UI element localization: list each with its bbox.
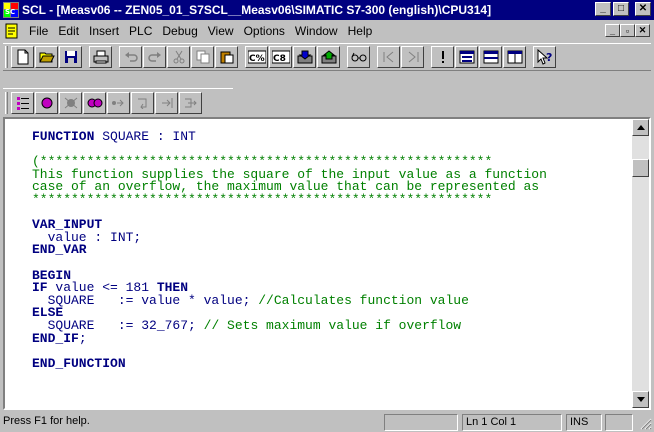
breakpoint-icon[interactable] [35,91,58,114]
status-insert-mode: INS [566,414,602,431]
code-token: // Sets maximum value if overflow [203,317,462,333]
scl-app-icon[interactable]: SC [3,2,19,18]
code-token: FUNCTION [32,129,103,144]
status-panel-blank [384,414,458,431]
run-to-cursor-icon[interactable] [179,91,202,114]
menu-window[interactable]: Window [290,24,343,38]
resize-grip-icon[interactable] [639,417,652,430]
glasses-icon[interactable] [347,46,370,68]
breakpoint-next-icon[interactable] [401,46,424,68]
save-icon[interactable] [59,46,82,68]
code-token: END_VAR [32,242,87,258]
code-token: SQUARE : INT [102,129,196,144]
paste-icon[interactable] [215,46,238,68]
list-icon[interactable] [11,91,34,114]
print-icon[interactable] [89,46,112,68]
code-line[interactable]: SQUARE := value * value; //Calculates fu… [32,292,632,308]
code-token: SQUARE := value * value; [32,292,259,308]
menu-bar: File Edit Insert PLC Debug View Options … [0,21,654,41]
maximize-button[interactable]: □ [613,2,629,16]
code-line[interactable]: FUNCTION SQUARE : INT [32,129,632,144]
code-token: ****************************************… [32,191,493,207]
svg-text:SC: SC [5,8,15,16]
copy-icon[interactable] [191,46,214,68]
window-title: SCL - [Measv06 -- ZEN05_01_S7SCL__Measv0… [22,3,492,17]
important-icon[interactable] [431,46,454,68]
code-line[interactable] [32,257,632,270]
mdi-close-button[interactable]: ✕ [635,24,650,37]
menu-help[interactable]: Help [343,24,378,38]
breakpoints-active-icon[interactable] [83,91,106,114]
status-bar: Press F1 for help. Ln 1 Col 1 INS [0,413,654,432]
new-document-icon[interactable] [11,46,34,68]
window-tile-icon[interactable] [479,46,502,68]
window-arrange-icon[interactable] [503,46,526,68]
code-token: END_FUNCTION [32,355,126,371]
status-help-text: Press F1 for help. [3,415,90,427]
svg-text:?: ? [546,51,552,64]
menu-view[interactable]: View [203,24,239,38]
code-token: ; [78,330,87,346]
code-line[interactable]: END_FUNCTION [32,355,632,371]
breakpoint-prev-icon[interactable] [377,46,400,68]
svg-text:C%: C% [249,54,265,64]
code-editor[interactable]: FUNCTION SQUARE : INT (******************… [5,119,632,408]
mdi-restore-button[interactable]: ▫ [620,24,635,37]
menu-plc[interactable]: PLC [124,24,157,38]
status-panel-extra [605,414,633,431]
menu-insert[interactable]: Insert [84,24,124,38]
window-cascade-icon[interactable] [455,46,478,68]
minimize-button[interactable]: _ [595,2,611,16]
download-icon[interactable] [293,46,316,68]
upload-icon[interactable] [317,46,340,68]
toolbar-grip[interactable] [5,46,8,68]
menu-file[interactable]: File [24,24,53,38]
toolbar-grip[interactable] [5,91,8,114]
code-token: END_IF [32,330,79,346]
step-out-icon[interactable] [155,91,178,114]
menu-debug[interactable]: Debug [157,24,202,38]
delete-breakpoint-icon[interactable] [59,91,82,114]
document-icon[interactable] [4,23,20,39]
code-line[interactable]: END_VAR [32,242,632,258]
standard-toolbar: C% C8 ? [3,43,651,71]
compile-icon[interactable]: C% [245,46,268,68]
cut-icon[interactable] [167,46,190,68]
vertical-scrollbar[interactable] [632,119,649,408]
code-line[interactable]: value : INT; [32,231,632,245]
scl-editor-window: SC SCL - [Measv06 -- ZEN05_01_S7SCL__Mea… [0,0,654,432]
undo-icon[interactable] [119,46,142,68]
code-token: //Calculates function value [258,292,469,308]
menu-edit[interactable]: Edit [53,24,84,38]
scroll-down-button[interactable] [632,391,649,408]
code-line[interactable]: END_IF; [32,330,632,346]
open-folder-icon[interactable] [35,46,58,68]
step-icon[interactable] [107,91,130,114]
scroll-up-button[interactable] [632,119,649,136]
editor-frame: FUNCTION SQUARE : INT (******************… [3,117,651,410]
menu-options[interactable]: Options [239,24,290,38]
status-cursor-position: Ln 1 Col 1 [462,414,562,431]
debug-toolbar [3,88,233,116]
help-pointer-icon[interactable]: ? [533,46,556,68]
title-bar[interactable]: SC SCL - [Measv06 -- ZEN05_01_S7SCL__Mea… [0,0,654,20]
code-line[interactable] [32,207,632,220]
close-button[interactable]: ✕ [635,2,651,16]
scroll-thumb[interactable] [632,159,649,177]
code-line[interactable]: SQUARE := 32_767; // Sets maximum value … [32,317,632,333]
svg-text:C8: C8 [273,54,286,64]
compile-all-icon[interactable]: C8 [269,46,292,68]
code-line[interactable]: ****************************************… [32,191,632,207]
redo-icon[interactable] [143,46,166,68]
step-into-icon[interactable] [131,91,154,114]
mdi-minimize-button[interactable]: _ [605,24,620,37]
